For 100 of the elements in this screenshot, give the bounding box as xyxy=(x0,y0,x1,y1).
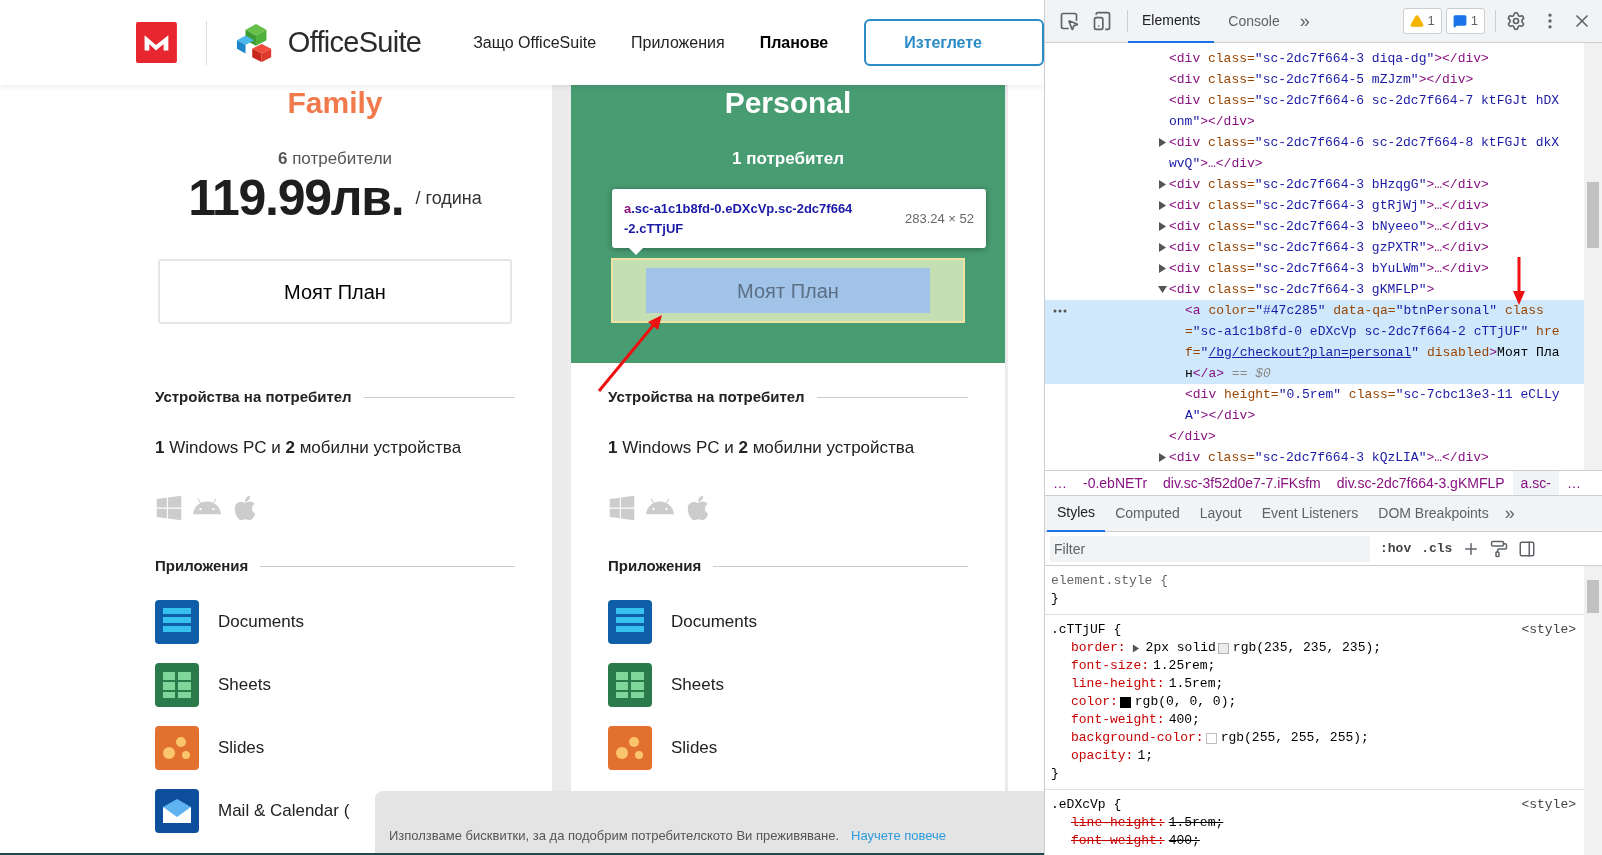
breadcrumb[interactable]: div.sc-2dc7f664-3.gKMFLP xyxy=(1328,471,1513,495)
dom-tree-row[interactable]: <div class="sc-2dc7f664-3 gKMFLP"> xyxy=(1045,279,1584,300)
devices-text: 1 Windows PC и 2 мобилни устройства xyxy=(608,436,916,459)
property-name: font-size: xyxy=(1071,657,1149,675)
warnings-badge[interactable]: 1 xyxy=(1402,8,1442,34)
app-name: Mail & Calendar ( xyxy=(218,799,350,822)
property-value: 1.25rem; xyxy=(1153,657,1216,675)
property-value: 1.5rem; xyxy=(1168,675,1224,693)
dom-node[interactable]: <div class="sc-2dc7f664-6 sc-2dc7f664-7 ktFGJt hDXonm"></div> xyxy=(1169,90,1560,132)
styles-tab[interactable]: Styles xyxy=(1047,495,1106,532)
dom-node[interactable]: <div class="sc-2dc7f664-3 kQzLIA">…</div> xyxy=(1169,447,1489,468)
styles-tab[interactable]: DOM Breakpoints xyxy=(1368,495,1499,532)
price-period: / година xyxy=(415,187,482,210)
dom-node[interactable]: <div class="sc-2dc7f664-3 gKMFLP"> xyxy=(1169,279,1435,300)
dom-tree-row[interactable]: <div class="sc-2dc7f664-3 diqa-dg"></div> xyxy=(1045,48,1584,69)
dom-tree-row[interactable]: <div class="sc-2dc7f664-3 gzPXTR">…</div> xyxy=(1045,237,1584,258)
dom-node[interactable]: <div class="sc-2dc7f664-3 gzPXTR">…</div> xyxy=(1169,237,1489,258)
color-swatch[interactable] xyxy=(1217,642,1229,654)
plan-users: 1 потребител xyxy=(732,148,844,170)
device-icon[interactable] xyxy=(1092,11,1112,31)
cookie-text: Използваме бисквитки, за да подобрим потребителското Ви преживяване. xyxy=(389,826,840,845)
breadcrumb[interactable]: … xyxy=(1558,471,1589,495)
rule-source[interactable]: <style> xyxy=(1521,621,1576,639)
property-name: color: xyxy=(1071,693,1118,711)
annotation-arrow xyxy=(1513,257,1525,305)
property-name: font-weight: xyxy=(1071,832,1165,850)
dom-node[interactable]: <div class="sc-2dc7f664-3 gtRjWj">…</div> xyxy=(1169,195,1489,216)
breadcrumb[interactable]: div.sc-3f52d0e7-7.iFKsfm xyxy=(1155,471,1329,495)
dom-node[interactable]: <div class="sc-2dc7f664-3 bYuLWm">…</div> xyxy=(1169,258,1489,279)
breadcrumb[interactable]: a.sc- xyxy=(1512,471,1559,495)
dom-tree-row[interactable]: <div class="sc-2dc7f664-3 bHzqgG">…</div> xyxy=(1045,174,1584,195)
expand-arrow-icon[interactable] xyxy=(1158,138,1167,147)
expand-arrow-icon[interactable] xyxy=(1158,285,1167,294)
paint-roller-icon[interactable] xyxy=(1490,539,1509,558)
dom-tree-row[interactable]: <div class="sc-2dc7f664-3 gtRjWj">…</div> xyxy=(1045,195,1584,216)
documents-app-icon xyxy=(155,599,199,644)
property-value: rgb(255, 255, 255); xyxy=(1220,729,1369,747)
dom-tree-row[interactable]: <div class="sc-2dc7f664-3 bNyeeo">…</div> xyxy=(1045,216,1584,237)
expand-arrow-icon[interactable] xyxy=(1158,264,1167,273)
nav-link[interactable]: Планове xyxy=(759,30,829,55)
scrollbar[interactable] xyxy=(1584,43,1602,470)
dom-node[interactable]: <div class="sc-2dc7f664-3 bNyeeo">…</div> xyxy=(1169,216,1489,237)
nav-link[interactable]: Защо OfficeSuite xyxy=(473,30,597,55)
sidebar-toggle-icon[interactable] xyxy=(1518,539,1537,558)
app-name: Slides xyxy=(218,736,265,759)
devtools-tab[interactable]: Elements xyxy=(1128,0,1215,43)
section-heading: Устройства на потребител xyxy=(155,387,352,407)
element-selector: a.sc-a1c1b8fd-0.eDXcVp.sc-2dc7f664-2.cTTjUF xyxy=(624,199,854,238)
dom-node[interactable]: <div class="sc-2dc7f664-3 bHzqgG">…</div> xyxy=(1169,174,1489,195)
styles-tab[interactable]: Layout xyxy=(1189,495,1252,532)
filter-field[interactable]: Filter xyxy=(1050,535,1370,562)
slides-app-icon xyxy=(155,725,199,770)
dom-node[interactable]: <div class="sc-2dc7f664-3 diqa-dg"></div> xyxy=(1169,48,1489,69)
property-value: 400; xyxy=(1168,832,1200,850)
expand-arrow-icon[interactable] xyxy=(1158,453,1167,462)
dom-tree-row[interactable]: <div class="sc-2dc7f664-6 sc-2dc7f664-7 ktFGJt hDXonm"></div> xyxy=(1045,90,1584,132)
dom-node[interactable]: <div height="0.5rem" class="sc-7cbc13e3-11 eCLLyA"></div> xyxy=(1185,384,1560,426)
dom-tree-row[interactable]: <div class="sc-2dc7f664-5 mZJzm"></div> xyxy=(1045,69,1584,90)
hov-button[interactable]: :hov xyxy=(1380,538,1412,559)
plan-button[interactable]: Моят План xyxy=(158,259,512,324)
section-heading: Устройства на потребител xyxy=(608,387,805,407)
property-name: line-height: xyxy=(1071,675,1165,693)
styles-tab[interactable]: Computed xyxy=(1105,495,1190,532)
inspect-icon[interactable] xyxy=(1059,11,1079,31)
expand-arrow-icon[interactable] xyxy=(1158,180,1167,189)
dom-tree-row[interactable]: <div class="sc-2dc7f664-3 bYuLWm">…</div> xyxy=(1045,258,1584,279)
dom-node[interactable]: </div> xyxy=(1169,426,1216,447)
color-swatch[interactable] xyxy=(1119,696,1131,708)
rule-selector: element.style { xyxy=(1051,572,1169,590)
scrollbar[interactable] xyxy=(1584,566,1602,855)
nav-link[interactable]: Приложения xyxy=(631,30,725,55)
devtools-tab[interactable]: Console xyxy=(1214,0,1294,43)
messages-badge[interactable]: 1 xyxy=(1445,8,1485,34)
more-icon[interactable] xyxy=(1053,309,1067,313)
settings-icon[interactable] xyxy=(1506,11,1526,31)
rule-source[interactable]: <style> xyxy=(1521,796,1576,814)
logo-icon xyxy=(136,21,177,64)
plan-title: Family xyxy=(287,88,383,118)
dom-tree-row[interactable]: <a color="#47c285" data-qa="btnPersonal" class="sc-a1c1b8fd-0 eDXcVp sc-2dc7f664-2 cTTjUF" href="/bg/checkout?plan=personal" disabled>Моят План</a> == $0 xyxy=(1045,300,1584,384)
expand-arrow-icon[interactable] xyxy=(1131,643,1140,653)
dom-tree-row[interactable]: <div class="sc-2dc7f664-3 kQzLIA">…</div> xyxy=(1045,447,1584,468)
dom-tree-row[interactable]: <div height="0.5rem" class="sc-7cbc13e3-11 eCLLyA"></div> xyxy=(1045,384,1584,426)
download-button[interactable]: Изтеглете xyxy=(864,19,1044,66)
styles-tab[interactable]: Event Listeners xyxy=(1251,495,1369,532)
cls-button[interactable]: .cls xyxy=(1421,538,1453,559)
dom-node[interactable]: <a color="#47c285" data-qa="btnPersonal" class="sc-a1c1b8fd-0 eDXcVp sc-2dc7f664-2 cTTjUF" href="/bg/checkout?plan=personal" disabled>Моят План</a> == $0 xyxy=(1185,300,1560,384)
breadcrumb[interactable]: … xyxy=(1045,471,1075,495)
more-tabs-button[interactable]: » xyxy=(1299,7,1310,35)
more-tabs-button[interactable]: » xyxy=(1504,500,1515,527)
section-heading: Приложения xyxy=(155,556,249,576)
windows-icon xyxy=(608,494,636,522)
breadcrumb[interactable]: -0.ebNETr xyxy=(1075,471,1156,495)
expand-arrow-icon[interactable] xyxy=(1158,222,1167,231)
color-swatch[interactable] xyxy=(1205,732,1217,744)
expand-arrow-icon[interactable] xyxy=(1158,201,1167,210)
dom-node[interactable]: <div class="sc-2dc7f664-5 mZJzm"></div> xyxy=(1169,69,1474,90)
expand-arrow-icon[interactable] xyxy=(1158,243,1167,252)
dom-node[interactable]: <div class="sc-2dc7f664-6 sc-2dc7f664-8 ktFGJt dkXwvQ">…</div> xyxy=(1169,132,1560,174)
property-name: font-weight: xyxy=(1071,711,1165,729)
dom-tree-row[interactable]: <div class="sc-2dc7f664-6 sc-2dc7f664-8 ktFGJt dkXwvQ">…</div> xyxy=(1045,132,1584,174)
